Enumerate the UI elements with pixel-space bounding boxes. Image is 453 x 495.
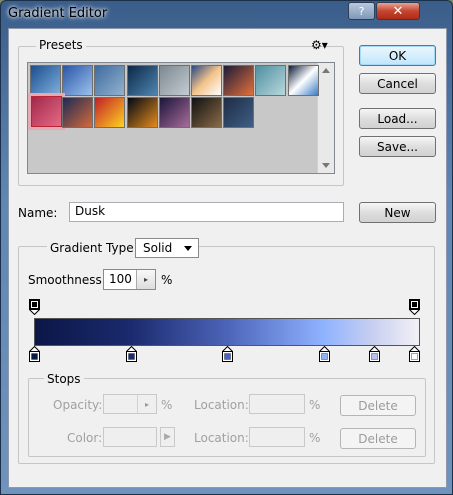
name-label: Name: [18,206,58,220]
preset-swatch[interactable] [30,65,61,96]
color-stop-icon[interactable] [221,345,234,362]
scroll-up-icon[interactable] [322,68,330,73]
gradient-type-dropdown[interactable]: Solid [135,238,199,258]
color-label: Color: [67,431,103,445]
color-location-unit: % [309,431,321,445]
help-icon: ? [358,4,365,18]
opacity-arrow-icon[interactable]: ▸ [137,395,156,413]
title-bar[interactable]: Gradient Editor ? ✕ [1,1,452,27]
gradient-type-value: Solid [143,241,173,255]
opacity-stop-icon[interactable] [28,299,41,316]
opacity-location-unit: % [309,398,321,412]
preset-swatch[interactable] [31,96,62,127]
smoothness-arrow-icon[interactable]: ▸ [136,270,155,289]
opacity-label: Opacity: [53,398,103,412]
smoothness-value: 100 [109,272,132,286]
cancel-button[interactable]: Cancel [359,73,436,94]
delete-color-stop-button[interactable]: Delete [340,428,416,449]
scroll-down-icon[interactable] [322,163,330,168]
stops-label: Stops [44,372,84,386]
smoothness-label: Smoothness: [28,273,106,287]
opacity-unit: % [161,398,173,412]
chevron-down-icon [184,246,192,251]
preset-swatch[interactable] [223,97,255,128]
smoothness-field[interactable]: 100 ▸ [103,269,156,290]
presets-scrollbar[interactable] [317,63,334,173]
gradient-editor-window: Gradient Editor ? ✕ Presets ⚙▾ OK Cancel… [0,0,453,495]
opacity-location-label: Location: [194,398,249,412]
new-button[interactable]: New [359,202,436,223]
preset-swatch[interactable] [287,65,319,96]
window-title: Gradient Editor [8,6,108,21]
preset-swatch[interactable] [191,97,222,128]
delete-opacity-stop-button[interactable]: Delete [340,395,416,416]
preset-swatch[interactable] [158,97,190,128]
load-button[interactable]: Load... [359,108,436,129]
color-stop-icon[interactable] [317,345,331,362]
preset-swatch[interactable] [223,65,255,96]
save-button[interactable]: Save... [359,136,436,157]
presets-swatch-area [27,62,335,174]
preset-swatch[interactable] [126,65,158,96]
color-stop-icon[interactable] [408,345,421,362]
color-swatch-field[interactable] [103,427,157,447]
color-stop-icon[interactable] [124,345,138,362]
preset-swatch[interactable] [158,65,190,96]
gradient-bar[interactable] [34,318,420,346]
opacity-stop-icon[interactable] [408,299,421,316]
presets-label: Presets [36,38,86,52]
preset-swatch[interactable] [62,97,94,128]
opacity-location-field[interactable] [249,394,305,414]
gear-icon[interactable]: ⚙▾ [311,38,328,52]
name-input[interactable]: Dusk [69,202,344,222]
preset-swatch[interactable] [191,65,222,96]
color-stop-icon[interactable] [367,345,381,362]
close-icon: ✕ [392,3,404,19]
preset-swatch[interactable] [94,97,126,128]
color-location-label: Location: [194,431,249,445]
preset-swatch[interactable] [62,65,94,96]
preset-swatch[interactable] [126,97,158,128]
color-stop-icon[interactable] [28,345,41,362]
color-arrow-icon[interactable]: ▶ [160,427,175,447]
preset-swatch[interactable] [94,65,126,96]
color-location-field[interactable] [249,427,305,447]
preset-swatch[interactable] [255,65,287,96]
close-button[interactable]: ✕ [376,2,420,20]
help-button[interactable]: ? [348,2,375,20]
gradient-type-label: Gradient Type: [47,241,141,255]
opacity-field[interactable]: ▸ [103,394,157,414]
smoothness-unit: % [161,273,173,287]
ok-button[interactable]: OK [359,45,436,66]
